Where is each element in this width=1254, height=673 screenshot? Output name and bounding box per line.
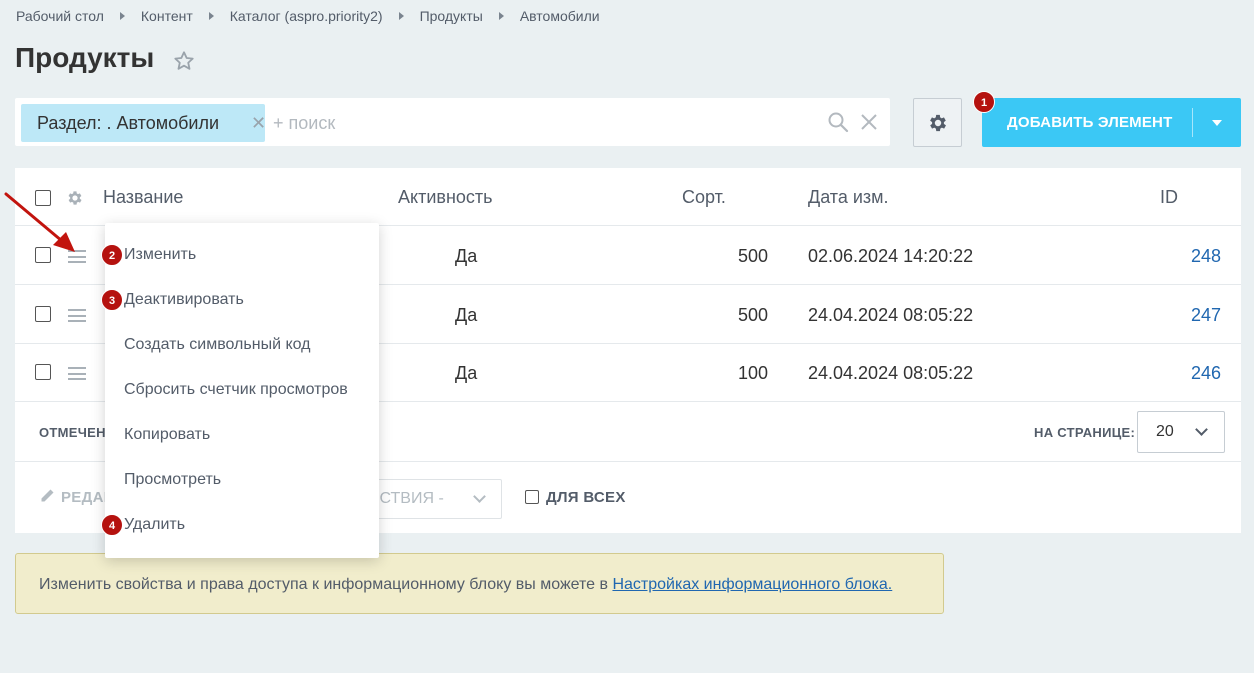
breadcrumb-item-content[interactable]: Контент <box>141 8 193 24</box>
info-message: Изменить свойства и права доступа к инфо… <box>39 576 613 593</box>
cell-id-link[interactable]: 248 <box>1135 227 1221 285</box>
info-notice: Изменить свойства и права доступа к инфо… <box>15 553 944 614</box>
gear-icon <box>929 114 946 131</box>
breadcrumb-separator-icon <box>398 12 404 20</box>
menu-item-copy[interactable]: Копировать <box>124 424 210 446</box>
star-icon[interactable] <box>172 50 196 72</box>
menu-icon[interactable] <box>68 309 86 322</box>
breadcrumb-item-products[interactable]: Продукты <box>420 8 483 24</box>
filter-tag-label: Раздел: . Автомобили <box>37 113 220 133</box>
menu-item-view[interactable]: Просмотреть <box>124 469 221 491</box>
page-title: Продукты <box>15 42 155 73</box>
for-all-label: ДЛЯ ВСЕХ <box>546 489 626 506</box>
caret-down-icon <box>1212 119 1222 126</box>
cell-sort: 500 <box>737 305 768 325</box>
pencil-icon <box>41 489 54 502</box>
row-context-menu: Изменить Деактивировать Создать символьн… <box>105 223 379 558</box>
chevron-down-icon <box>1195 423 1208 436</box>
cell-date: 02.06.2024 14:20:22 <box>808 246 974 266</box>
add-element-label: ДОБАВИТЬ ЭЛЕМЕНТ <box>1007 114 1173 131</box>
column-header-active[interactable]: Активность <box>398 168 493 226</box>
breadcrumb-separator-icon <box>119 12 125 20</box>
menu-icon[interactable] <box>68 367 86 380</box>
cell-sort: 500 <box>737 246 768 266</box>
iblock-settings-link[interactable]: Настройках информационного блока. <box>612 576 892 593</box>
row-checkbox[interactable] <box>35 364 51 380</box>
step-marker-3: 3 <box>101 289 123 311</box>
search-input[interactable] <box>271 110 811 136</box>
menu-item-deactivate[interactable]: Деактивировать <box>124 289 244 311</box>
filter-tag-section[interactable]: Раздел: . Автомобили ✕ <box>21 104 266 142</box>
grid-header: Название Активность Сорт. Дата изм. ID <box>15 168 1241 226</box>
close-icon[interactable] <box>858 111 880 133</box>
group-actions-label: ЙСТВИЯ - <box>368 490 444 507</box>
cell-active: Да <box>455 246 478 266</box>
menu-item-edit[interactable]: Изменить <box>124 244 196 266</box>
per-page-label: НА СТРАНИЦЕ: <box>1034 425 1136 440</box>
menu-item-reset-views[interactable]: Сбросить счетчик просмотров <box>124 379 348 401</box>
add-element-button[interactable]: ДОБАВИТЬ ЭЛЕМЕНТ <box>982 98 1241 147</box>
cell-id-link[interactable]: 246 <box>1135 344 1221 402</box>
column-header-name[interactable]: Название <box>103 168 183 226</box>
column-header-sort[interactable]: Сорт. <box>682 168 726 226</box>
filter-search-box[interactable]: Раздел: . Автомобили ✕ <box>15 98 890 146</box>
breadcrumb-item-cars[interactable]: Автомобили <box>520 8 600 24</box>
step-marker-4: 4 <box>101 514 123 536</box>
cell-active: Да <box>455 305 478 325</box>
step-marker-2: 2 <box>101 244 123 266</box>
column-header-id[interactable]: ID <box>1160 168 1178 226</box>
step-marker-1: 1 <box>973 91 995 113</box>
arrow-icon <box>4 192 75 252</box>
cell-date: 24.04.2024 08:05:22 <box>808 363 974 383</box>
cell-sort: 100 <box>737 363 768 383</box>
row-checkbox[interactable] <box>35 306 51 322</box>
selected-count-label: ОТМЕЧЕН <box>39 425 106 440</box>
per-page-select[interactable]: 20 <box>1137 411 1225 453</box>
breadcrumb: Рабочий стол Контент Каталог (aspro.prio… <box>16 8 600 24</box>
menu-item-delete[interactable]: Удалить <box>124 514 185 536</box>
close-icon[interactable]: ✕ <box>251 104 266 142</box>
menu-item-create-code[interactable]: Создать символьный код <box>124 334 311 356</box>
for-all-checkbox[interactable] <box>525 490 539 504</box>
per-page-value: 20 <box>1156 423 1174 440</box>
breadcrumb-separator-icon <box>498 12 504 20</box>
cell-id-link[interactable]: 247 <box>1135 286 1221 344</box>
cell-active: Да <box>455 363 478 383</box>
add-element-dropdown[interactable] <box>1193 98 1241 147</box>
for-all-toggle[interactable]: ДЛЯ ВСЕХ <box>525 463 626 533</box>
breadcrumb-item-catalog[interactable]: Каталог (aspro.priority2) <box>230 8 383 24</box>
search-icon[interactable] <box>827 111 849 133</box>
chevron-down-icon <box>473 490 486 503</box>
info-text: Изменить свойства и права доступа к инфо… <box>39 554 892 615</box>
cell-date: 24.04.2024 08:05:22 <box>808 305 974 325</box>
breadcrumb-item-desktop[interactable]: Рабочий стол <box>16 8 104 24</box>
breadcrumb-separator-icon <box>208 12 214 20</box>
settings-button[interactable] <box>913 98 962 147</box>
column-header-date[interactable]: Дата изм. <box>808 168 889 226</box>
